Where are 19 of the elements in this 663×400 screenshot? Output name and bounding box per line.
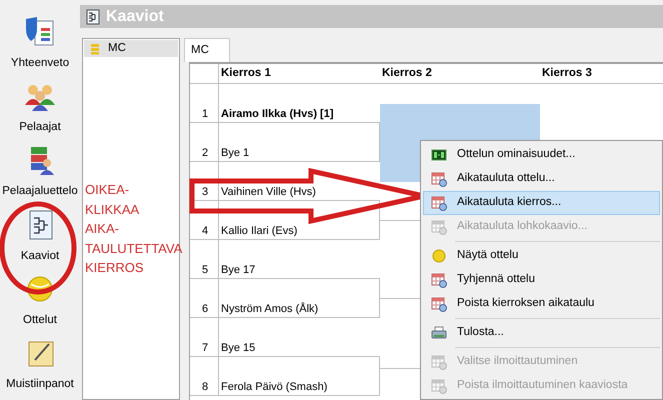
player-name: Nyström Amos (Ålk) (219, 279, 380, 318)
seed-number: 4 (190, 220, 219, 240)
seed-number: 2 (190, 142, 219, 162)
seed-number: 1 (190, 104, 219, 123)
seed-number: 5 (190, 260, 219, 279)
player-name: Kallio Ilari (Evs) (219, 201, 380, 240)
seed-number: 6 (190, 298, 219, 318)
player-name: Bye 15 (219, 338, 380, 357)
annotation-text: OIKEA- KLIKKAA AIKA- TAULUTETTAVA KIERROS (85, 181, 182, 277)
player-name: Vaihinen Ville (Hvs) (219, 182, 380, 201)
seed-number: 7 (190, 338, 219, 357)
column-header: Kierros 2 (380, 64, 540, 84)
player-name: Bye 17 (219, 260, 380, 279)
player-name: Ferola Päivö (Smash) (219, 357, 380, 396)
column-header: Kierros 1 (219, 64, 380, 84)
seed-number: 3 (190, 182, 219, 201)
column-header: Kierros 3 (540, 64, 663, 84)
seed-number: 8 (190, 376, 219, 396)
page-title: Kaaviot (106, 6, 164, 26)
